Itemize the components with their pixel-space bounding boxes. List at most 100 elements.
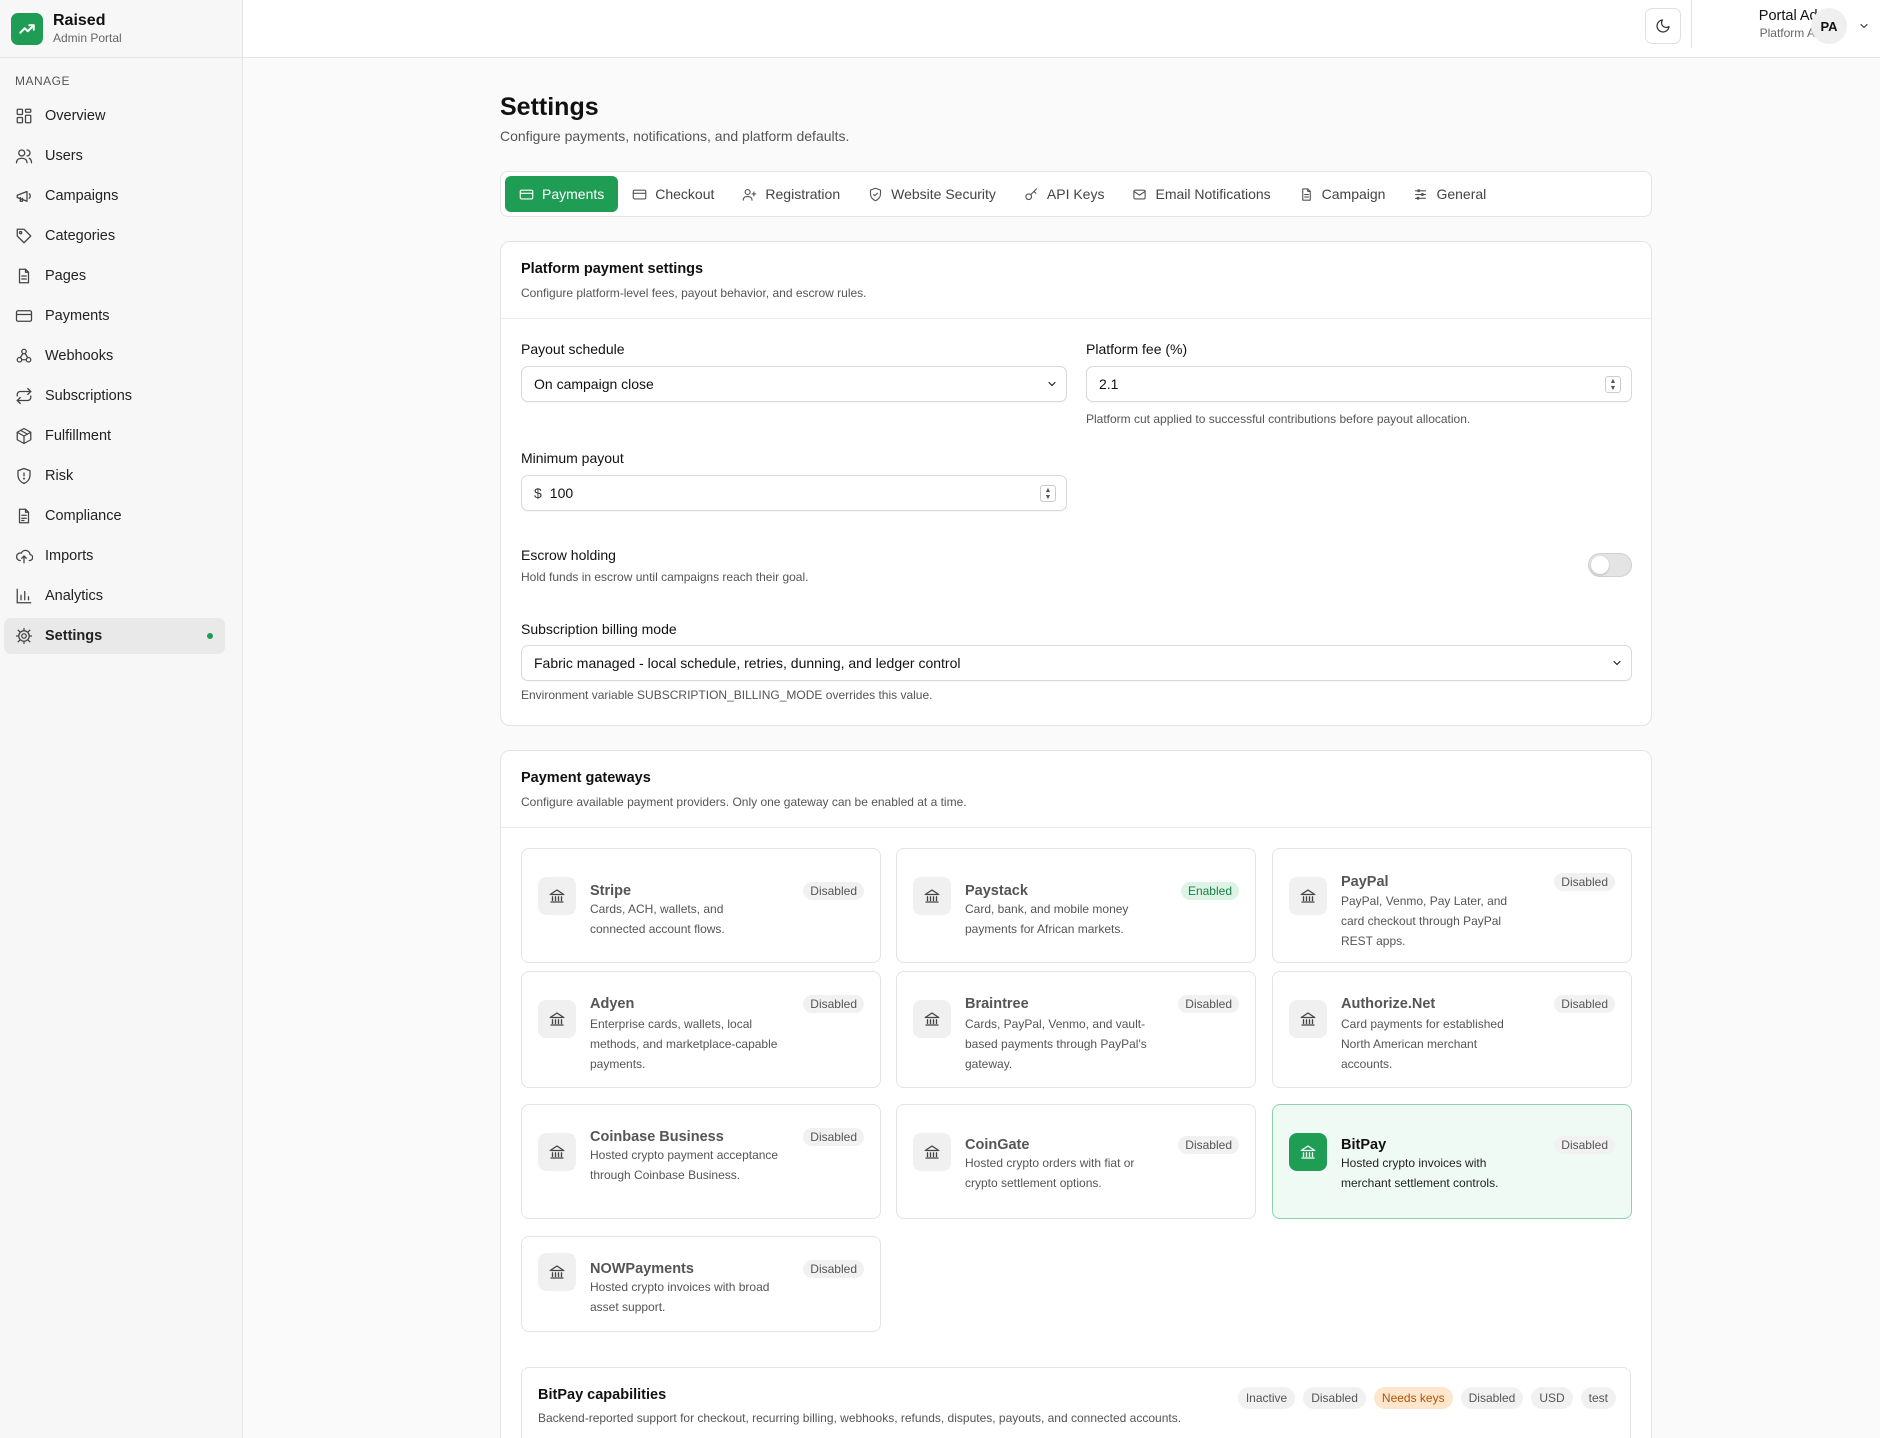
tab-checkout[interactable]: Checkout	[618, 176, 728, 212]
sidebar-item-label: Settings	[45, 628, 103, 644]
payout-schedule-select[interactable]: On campaign close	[521, 366, 1067, 402]
gateway-name: PayPal	[1341, 874, 1389, 890]
gateway-name: Paystack	[965, 883, 1028, 899]
user-plus-icon	[743, 188, 757, 201]
bank-icon	[1289, 1133, 1327, 1171]
sidebar-item-subscriptions[interactable]: Subscriptions	[4, 378, 225, 414]
currency-prefix: $	[534, 485, 542, 501]
platform-fee-input[interactable]: 2.1 ▲ ▼	[1086, 366, 1632, 402]
number-stepper[interactable]: ▲ ▼	[1605, 376, 1621, 393]
theme-toggle-button[interactable]	[1645, 8, 1681, 44]
gateway-card-coingate[interactable]: CoinGate Hosted crypto orders with fiat o…	[896, 1104, 1256, 1219]
tab-label: Registration	[765, 186, 841, 202]
subscription-billing-value: Fabric managed - local schedule, retries…	[534, 655, 961, 671]
bank-icon	[1289, 1000, 1327, 1038]
status-badge: Disabled	[1178, 1136, 1239, 1154]
gateway-name: BitPay	[1341, 1137, 1387, 1153]
payout-schedule-label: Payout schedule	[521, 341, 625, 357]
sidebar-item-label: Compliance	[45, 508, 122, 524]
sidebar-item-fulfillment[interactable]: Fulfillment	[4, 418, 225, 454]
sidebar-item-pages[interactable]: Pages	[4, 258, 225, 294]
grid-icon	[15, 107, 33, 125]
repeat-icon	[15, 387, 33, 405]
sidebar-item-compliance[interactable]: Compliance	[4, 498, 225, 534]
tab-campaign[interactable]: Campaign	[1285, 176, 1400, 212]
capabilities-description: Backend-reported support for checkout, r…	[538, 1411, 1182, 1425]
sidebar-item-label: Subscriptions	[45, 388, 133, 404]
gateway-card-braintree[interactable]: Braintree Cards, PayPal, Venmo, and vault…	[896, 971, 1256, 1088]
gateway-card-nowpayments[interactable]: NOWPayments Hosted crypto invoices with b…	[521, 1236, 881, 1332]
platform-fee-value: 2.1	[1099, 376, 1119, 392]
escrow-holding-toggle[interactable]	[1588, 553, 1632, 577]
header-divider	[1691, 0, 1692, 48]
file-text-icon	[1301, 187, 1311, 201]
sidebar: Raised Admin Portal MANAGE Overview Users…	[0, 0, 243, 1438]
platform-fee-help: Platform cut applied to successful contr…	[1086, 412, 1471, 426]
tab-email-notifications[interactable]: Email Notifications	[1118, 176, 1284, 212]
tab-registration[interactable]: Registration	[728, 176, 854, 212]
sidebar-item-analytics[interactable]: Analytics	[4, 578, 225, 614]
gateway-description: Cards, ACH, wallets, and connected accou…	[590, 902, 725, 936]
megaphone-icon	[15, 187, 33, 205]
tab-label: Checkout	[655, 186, 715, 202]
sidebar-nav: Overview Users Campaigns Categories Pages Pay…	[0, 98, 242, 654]
sidebar-item-label: Payments	[45, 308, 110, 324]
gateway-name: CoinGate	[965, 1137, 1030, 1153]
tab-label: Email Notifications	[1155, 186, 1271, 202]
tab-payments[interactable]: Payments	[505, 176, 619, 212]
key-icon	[1025, 187, 1037, 200]
credit-card-icon	[632, 189, 647, 199]
package-icon	[15, 427, 33, 445]
status-badge: Disabled	[1554, 873, 1615, 891]
trending-up-icon	[11, 12, 43, 45]
credit-card-icon	[519, 189, 534, 199]
tab-general[interactable]: General	[1399, 176, 1500, 212]
minimum-payout-input[interactable]: $ 100 ▲ ▼	[521, 475, 1067, 511]
gateway-card-bitpay[interactable]: BitPay Hosted crypto invoices with mercha…	[1272, 1104, 1632, 1219]
sidebar-item-overview[interactable]: Overview	[4, 98, 225, 134]
gateway-description: Hosted crypto invoices with merchant set…	[1341, 1156, 1499, 1190]
settings-tabs: Payments Checkout Registration Website Secu…	[500, 171, 1652, 217]
sidebar-item-users[interactable]: Users	[4, 138, 225, 174]
sidebar-item-label: Risk	[45, 468, 74, 484]
page-title: Settings	[500, 93, 599, 121]
gateway-card-stripe[interactable]: Stripe Cards, ACH, wallets, and connected…	[521, 848, 881, 963]
sidebar-item-settings[interactable]: Settings	[4, 618, 225, 654]
sliders-icon	[1415, 188, 1427, 200]
sidebar-item-payments[interactable]: Payments	[4, 298, 225, 334]
mail-icon	[1133, 189, 1147, 199]
gear-icon	[15, 627, 33, 645]
sidebar-item-label: Overview	[45, 108, 106, 124]
capability-chip: Needs keys	[1373, 1387, 1453, 1409]
sidebar-item-campaigns[interactable]: Campaigns	[4, 178, 225, 214]
sidebar-item-imports[interactable]: Imports	[4, 538, 225, 574]
gateway-card-coinbase-business[interactable]: Coinbase Business Hosted crypto payment a…	[521, 1104, 881, 1219]
gateway-card-authorize-net[interactable]: Authorize.Net Card payments for establish…	[1272, 971, 1632, 1088]
tab-website-security[interactable]: Website Security	[854, 176, 1010, 212]
gateway-card-adyen[interactable]: Adyen Enterprise cards, wallets, local me…	[521, 971, 881, 1088]
status-badge: Enabled	[1180, 882, 1239, 900]
moon-icon	[1656, 19, 1670, 33]
tab-label: Payments	[542, 186, 605, 202]
gateway-card-paystack[interactable]: Paystack Card, bank, and mobile money pay…	[896, 848, 1256, 963]
gateway-card-paypal[interactable]: PayPal PayPal, Venmo, Pay Later, and card…	[1272, 848, 1632, 963]
chevron-down-icon[interactable]	[1858, 20, 1870, 32]
brand[interactable]: Raised Admin Portal	[0, 0, 242, 58]
number-stepper[interactable]: ▲ ▼	[1040, 485, 1056, 502]
users-icon	[15, 147, 33, 165]
status-badge: Disabled	[803, 995, 864, 1013]
tab-api-keys[interactable]: API Keys	[1010, 176, 1119, 212]
gateway-name: Coinbase Business	[590, 1129, 724, 1145]
card-description: Configure available payment providers. O…	[521, 795, 967, 809]
status-badge: Disabled	[803, 1128, 864, 1146]
status-badge: Disabled	[803, 1260, 864, 1278]
gateway-description: Card, bank, and mobile money payments fo…	[965, 902, 1129, 936]
sidebar-item-risk[interactable]: Risk	[4, 458, 225, 494]
avatar[interactable]: PA	[1811, 8, 1847, 44]
sidebar-item-webhooks[interactable]: Webhooks	[4, 338, 225, 374]
sidebar-item-categories[interactable]: Categories	[4, 218, 225, 254]
chevron-down-icon	[1613, 660, 1621, 666]
subscription-billing-select[interactable]: Fabric managed - local schedule, retries…	[521, 645, 1632, 681]
sidebar-item-label: Imports	[45, 548, 94, 564]
bank-icon	[913, 877, 951, 915]
